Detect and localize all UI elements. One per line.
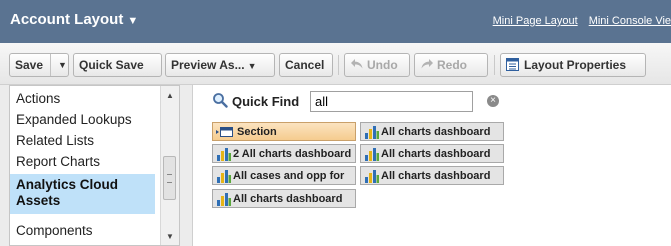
category-panel: Actions Expanded Lookups Related Lists R… — [0, 85, 193, 246]
preview-menu-icon: ▼ — [247, 61, 257, 71]
save-menu-icon[interactable]: ▼ — [58, 54, 67, 76]
undo-label: Undo — [367, 58, 398, 72]
chart-icon — [217, 148, 231, 161]
layout-properties-label: Layout Properties — [524, 58, 627, 72]
palette-item-chart[interactable]: All charts dashboard — [212, 189, 356, 208]
category-item-expanded-lookups[interactable]: Expanded Lookups — [10, 112, 155, 128]
category-scrollbar[interactable]: ▲ ▼ — [160, 86, 179, 245]
save-button[interactable]: Save ▼ — [9, 53, 69, 77]
redo-label: Redo — [437, 58, 467, 72]
layout-title-menu[interactable]: Account Layout ▼ — [10, 11, 138, 28]
page-header: Account Layout ▼ Mini Page Layout Mini Co… — [0, 0, 671, 43]
magnifier-icon — [213, 93, 228, 108]
header-links: Mini Page Layout Mini Console View — [485, 15, 671, 27]
quick-find-input[interactable] — [310, 91, 473, 112]
category-item-actions[interactable]: Actions — [10, 91, 155, 107]
title-caret-icon: ▼ — [127, 15, 139, 27]
scrollbar-thumb[interactable] — [163, 156, 176, 200]
palette-item-label: Section — [237, 126, 277, 138]
quick-find-label: Quick Find — [232, 94, 300, 109]
chart-icon — [217, 193, 231, 206]
palette-item-label: All cases and opp for — [233, 170, 345, 182]
undo-icon — [351, 59, 363, 69]
undo-button[interactable]: Undo — [344, 53, 410, 77]
palette-item-label: All charts dashboard — [381, 148, 491, 160]
category-item-components[interactable]: Components — [10, 223, 155, 239]
palette-item-label: All charts dashboard — [381, 126, 491, 138]
preview-as-button[interactable]: Preview As... ▼ — [165, 53, 275, 77]
cancel-button[interactable]: Cancel — [279, 53, 333, 77]
palette-item-label: All charts dashboard — [233, 193, 343, 205]
clear-search-icon[interactable]: × — [487, 95, 499, 107]
layout-properties-button[interactable]: Layout Properties — [500, 53, 646, 77]
save-label: Save — [15, 58, 44, 72]
redo-button[interactable]: Redo — [414, 53, 488, 77]
scroll-down-icon[interactable]: ▼ — [161, 229, 179, 245]
palette-item-chart[interactable]: 2 All charts dashboard — [212, 144, 356, 163]
section-icon — [216, 127, 233, 137]
category-item-analytics-cloud-assets[interactable]: Analytics Cloud Assets — [10, 174, 155, 214]
redo-icon — [421, 59, 433, 69]
chart-icon — [365, 126, 379, 139]
palette-area: Quick Find × Section All charts dashboar… — [194, 85, 671, 246]
palette-item-chart[interactable]: All charts dashboard — [360, 144, 504, 163]
toolbar-divider — [494, 55, 495, 75]
chart-icon — [365, 148, 379, 161]
palette-item-label: 2 All charts dashboard — [233, 148, 352, 160]
category-item-report-charts[interactable]: Report Charts — [10, 154, 155, 170]
category-item-related-lists[interactable]: Related Lists — [10, 133, 155, 149]
layout-title: Account Layout — [10, 11, 124, 28]
mini-console-view-link[interactable]: Mini Console View — [589, 15, 671, 27]
chart-icon — [365, 170, 379, 183]
category-list: Actions Expanded Lookups Related Lists R… — [9, 85, 180, 246]
palette-item-chart[interactable]: All charts dashboard — [360, 166, 504, 185]
palette-item-chart[interactable]: All charts dashboard — [360, 122, 504, 141]
palette-item-chart[interactable]: All cases and opp for — [212, 166, 356, 185]
quick-save-button[interactable]: Quick Save — [73, 53, 162, 77]
toolbar: Save ▼ Quick Save Preview As... ▼ Cancel … — [0, 43, 671, 85]
scroll-up-icon[interactable]: ▲ — [161, 88, 179, 104]
toolbar-divider — [338, 55, 339, 75]
chart-icon — [217, 170, 231, 183]
properties-icon — [506, 58, 519, 71]
palette-item-section[interactable]: Section — [212, 122, 356, 141]
mini-page-layout-link[interactable]: Mini Page Layout — [493, 15, 578, 27]
preview-as-label: Preview As... — [171, 58, 245, 72]
palette-item-label: All charts dashboard — [381, 170, 491, 182]
